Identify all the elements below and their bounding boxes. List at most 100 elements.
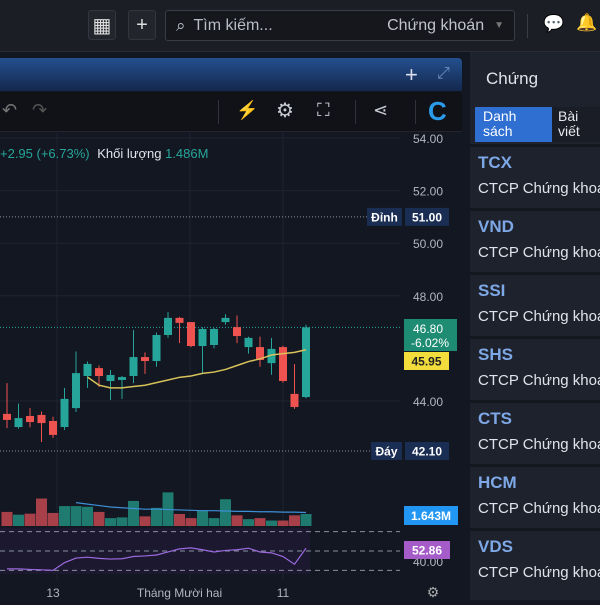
price-tick-label: 50.00 [413,237,443,251]
panel-title: Chứng [486,69,539,88]
price-tick-label: 52.00 [413,185,443,199]
stock-symbol: SSI [478,281,506,300]
gear-icon[interactable]: ⚙ [427,584,440,600]
search-input[interactable]: Tìm kiếm... [194,17,388,35]
bottom-value-label: 42.10 [412,444,442,458]
candle-body [221,317,230,323]
stock-name: CTCP Chứng khoán [478,500,600,517]
stock-name: CTCP Chứng khoán [478,436,600,453]
volume-bar [139,516,151,526]
chart-legend: +2.95 (+6.73%) Khối lượng 1.486M [0,146,208,161]
x-axis-label: Tháng Mười hai [137,586,222,600]
undo-icon[interactable]: ↶ [2,100,17,121]
chevron-down-icon: ▼ [494,20,504,31]
candle-body [72,373,80,409]
moving-average-line [87,348,307,389]
ma-value-label: 45.95 [411,355,441,369]
stock-list-item[interactable]: TCX CTCP Chứng khoán [470,144,600,204]
volume-bar [105,518,116,526]
plus-icon[interactable]: + [405,62,418,88]
stock-name: CTCP Chứng khoán [478,372,600,389]
x-axis-label: 11 [277,586,290,600]
volume-bar [151,507,162,526]
candle-body [164,317,172,335]
share-icon[interactable]: ⋖ [373,100,388,121]
redo-icon[interactable]: ↷ [32,100,47,121]
grid-icon: ▦ [92,14,112,37]
top-bar: ▦ + ⌕ Tìm kiếm... Chứng khoán ▼ 💬 🔔 [0,0,600,52]
candle-body [37,414,46,424]
stock-list-item[interactable]: VND CTCP Chứng khoán [470,208,600,268]
legend-change: +2.95 (+6.73%) [0,146,90,161]
rsi-value-label: 52.86 [412,544,442,558]
candle-body [233,327,241,337]
candle-body [279,347,287,382]
search-category-select[interactable]: Chứng khoán [387,17,484,35]
stock-list-item[interactable]: SHS CTCP Chứng khoán [470,336,600,396]
volume-bar [59,506,70,526]
chart-toolbar: ↶ ↷ ⚡ ⚙ ⛶ ⋖ C [0,92,462,132]
volume-bar [36,498,47,526]
volume-bar [266,520,277,526]
candle-body [95,368,103,377]
volume-bar [300,514,312,526]
candle-body [210,328,218,345]
chat-icon[interactable]: 💬 [543,14,564,34]
volume-bar [174,513,185,526]
stock-list-item[interactable]: SSI CTCP Chứng khoán [470,272,600,332]
tab-bai-viet[interactable]: Bài viết [552,107,600,142]
panel-tabs: Danh sách Bài viết [475,107,600,142]
quick-search-icon[interactable]: ⚡ [236,100,258,121]
volume-bar [231,515,243,526]
stock-symbol: HCM [478,473,517,492]
legend-volume-label: Khối lượng [97,146,162,161]
stock-list-item[interactable]: HCM CTCP Chứng khoán [470,464,600,524]
volume-bar [93,511,105,526]
candle-body [3,413,11,420]
stock-symbol: CTS [478,409,512,428]
volume-bar [116,517,128,526]
stock-symbol: TCX [478,153,512,172]
top-value-label: 51.00 [412,210,442,224]
candle-body [187,322,195,347]
stock-symbol: SHS [478,345,513,364]
stock-symbol: VDS [478,537,513,556]
stock-list-item[interactable]: VDS CTCP Chứng khoán [470,528,600,588]
candle-body [244,337,253,348]
right-panel: Chứng Danh sách Bài viết TCX CTCP Chứng k… [470,52,600,600]
volume-ma-line [75,502,307,514]
candle-body [198,328,207,347]
add-button[interactable]: + [128,10,156,40]
volume-bar [13,514,24,526]
chart-header-bar: + ⤢ [0,58,462,91]
volume-bar [82,506,93,526]
volume-bar [185,518,197,526]
divider [218,100,219,124]
stock-list-item[interactable]: CTS CTCP Chứng khoán [470,400,600,460]
bottom-tag-label: Đáy [375,444,397,458]
layout-grid-button[interactable]: ▦ [88,10,116,40]
search-box[interactable]: ⌕ Tìm kiếm... Chứng khoán ▼ [165,10,515,41]
candle-body [152,334,161,362]
legend-volume-value: 1.486M [165,146,209,161]
tab-danh-sach[interactable]: Danh sách [475,107,552,142]
search-icon: ⌕ [176,15,186,35]
bell-icon[interactable]: 🔔 [576,13,597,33]
candle-body [175,317,184,323]
expand-icon[interactable]: ⤢ [437,65,450,83]
chart-canvas[interactable]: 54.0052.0050.0048.0044.0040.0013 Tháng Mư… [0,132,462,600]
volume-bar [254,518,266,526]
candle-body [302,327,310,398]
candle-body [141,357,149,362]
candle-body [26,415,34,423]
brand-logo-icon: C [428,96,447,126]
volume-bar [24,513,36,526]
divider [415,100,416,124]
stock-name: CTCP Chứng khoán [478,180,600,197]
stock-name: CTCP Chứng khoán [478,564,600,581]
fullscreen-icon[interactable]: ⛶ [317,100,330,121]
price-chart[interactable]: 54.00 52.00 50.00 48.00 44.00 40.00 13 Tháng Mư… [0,132,462,600]
candle-body [129,357,138,377]
last-change-label: -6.02% [411,336,449,350]
gear-icon[interactable]: ⚙ [276,98,294,123]
